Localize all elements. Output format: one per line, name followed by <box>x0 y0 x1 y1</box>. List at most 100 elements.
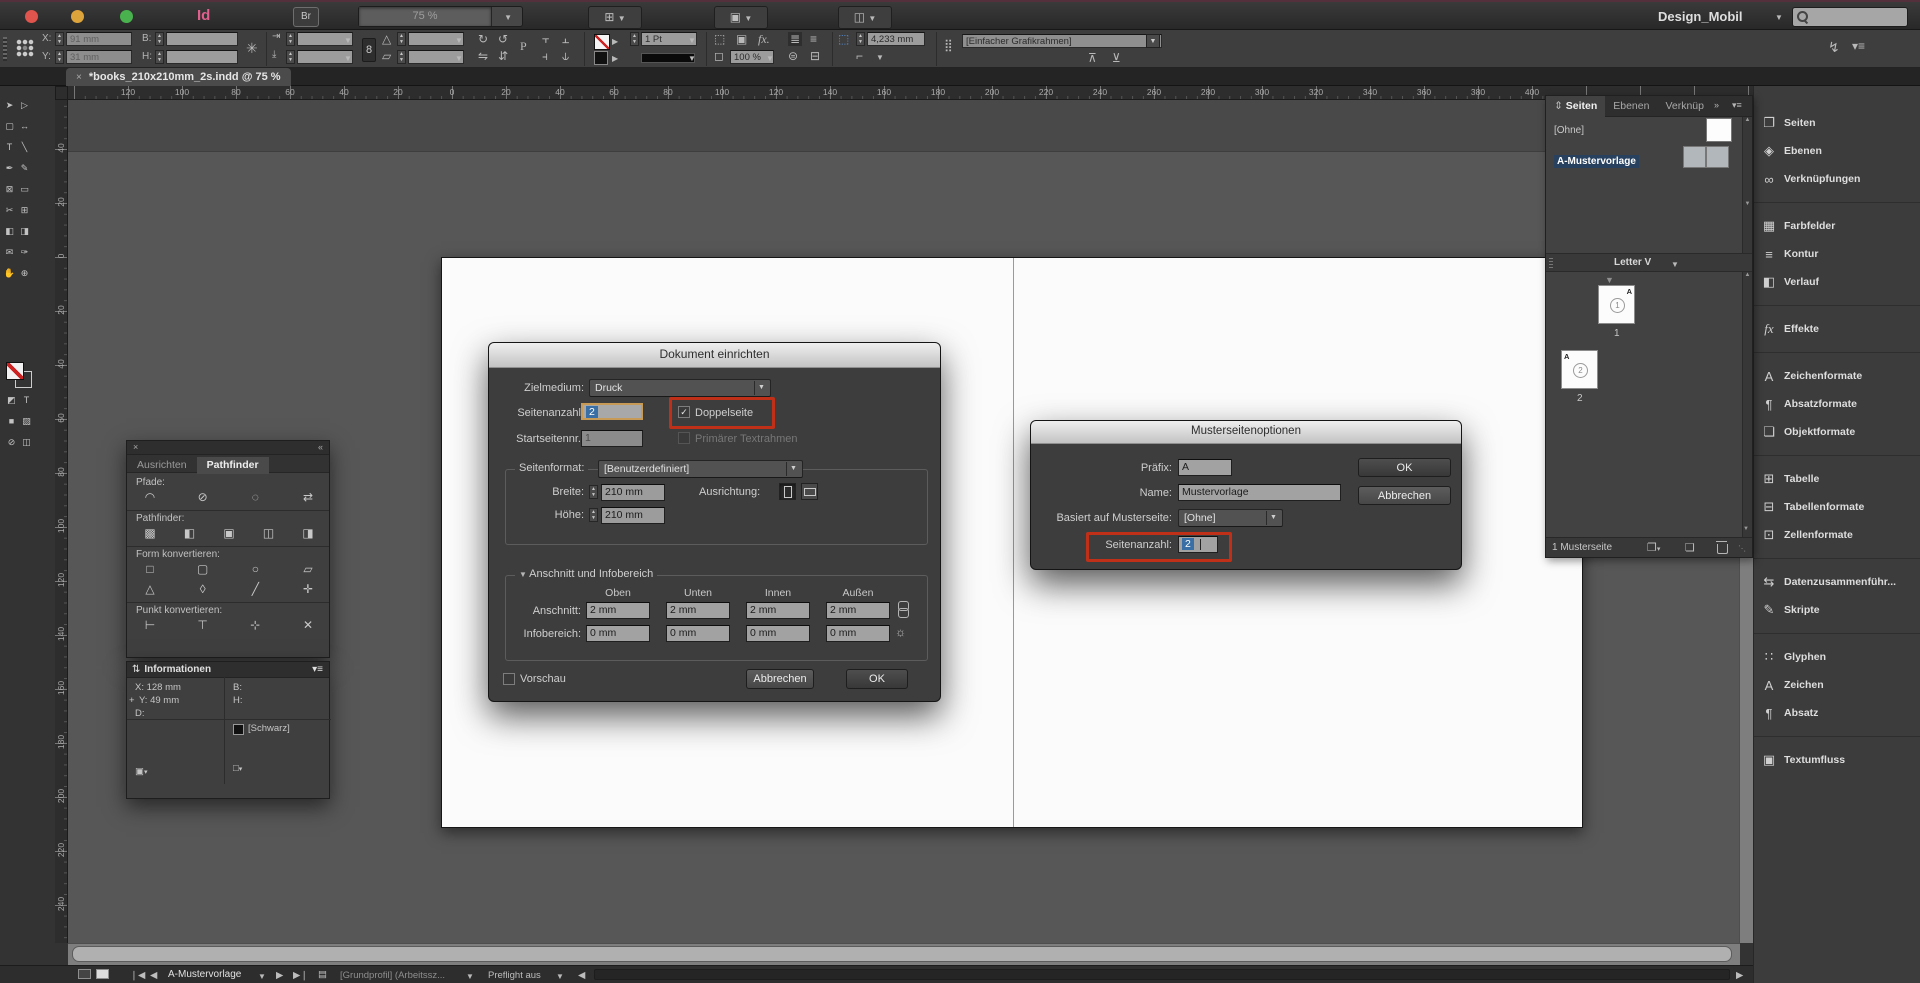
wrap-object-icon[interactable]: ⊜ <box>788 49 798 63</box>
window-zoom-button[interactable] <box>120 10 133 23</box>
height-field[interactable] <box>166 50 238 64</box>
smooth-point-icon[interactable]: ⊹ <box>244 618 266 632</box>
corner-stepper[interactable]: ▲▼ <box>856 32 865 46</box>
page-1-label[interactable]: 1 <box>1614 328 1620 339</box>
seitenanzahl-input[interactable]: 2 <box>581 403 643 420</box>
basiert-auf-dropdown[interactable]: [Ohne]▼ <box>1178 509 1283 527</box>
dock-item-ebenen[interactable]: ◈Ebenen <box>1754 137 1920 165</box>
fill-color-swatch[interactable] <box>594 51 608 65</box>
ruler-origin-box[interactable] <box>55 86 68 100</box>
link-scale-icon[interactable]: 8 <box>362 38 376 62</box>
triangle-down-icon[interactable]: ▼ <box>519 570 529 579</box>
fill-stroke-proxy[interactable] <box>6 362 32 388</box>
direct-selection-tool[interactable]: ▷ <box>17 95 32 116</box>
breite-stepper[interactable]: ▲▼ <box>589 485 598 499</box>
dock-item-verknuepfungen[interactable]: ∞Verknüpfungen <box>1754 165 1920 193</box>
close-path-icon[interactable]: ◌ <box>244 490 266 504</box>
corner-options-icon[interactable]: ⬚ <box>838 32 849 46</box>
ellipse-icon[interactable]: ○ <box>244 562 266 576</box>
dock-item-tabellenformate[interactable]: ⊟Tabellenformate <box>1754 493 1920 521</box>
gradient-tool[interactable]: ◧ <box>2 221 17 242</box>
rounded-rectangle-icon[interactable]: ▢ <box>192 562 214 576</box>
search-input[interactable] <box>1792 7 1908 27</box>
select-container-icon[interactable]: P <box>520 39 527 54</box>
master-none-item[interactable]: [Ohne] <box>1554 125 1584 136</box>
dialog-title[interactable]: Dokument einrichten <box>489 343 940 368</box>
select-next-object-icon[interactable]: ⫠ <box>562 32 569 47</box>
type-tool[interactable]: T <box>2 137 17 158</box>
hexagon-icon[interactable]: ◊ <box>192 582 214 596</box>
orientation-landscape-button[interactable] <box>801 483 818 500</box>
x-stepper[interactable]: ▲▼ <box>55 32 64 46</box>
dock-item-kontur[interactable]: ≡Kontur <box>1754 240 1920 268</box>
stroke-weight-stepper[interactable]: ▲▼ <box>630 32 639 46</box>
chevron-down-icon[interactable]: ▼ <box>455 54 463 63</box>
chevron-down-icon[interactable]: ▼ <box>466 972 474 981</box>
pen-tool[interactable]: ✒ <box>2 158 17 179</box>
fill-swatch-arrow-icon[interactable]: ▶ <box>612 54 618 63</box>
hoehe-input[interactable]: 210 mm <box>601 507 665 524</box>
page-2-label[interactable]: 2 <box>1577 393 1583 404</box>
informationen-header[interactable]: ⇅Informationen ▾≡ <box>127 662 329 678</box>
formatting-affects-container-icon[interactable]: ◩ <box>4 390 19 411</box>
scroll-down-icon[interactable]: ▼ <box>1743 526 1749 532</box>
infobereich-unten-input[interactable]: 0 mm <box>666 625 730 642</box>
apply-gradient-icon[interactable]: ▨ <box>19 411 34 432</box>
effects-preview-icon[interactable]: ▣ <box>736 32 747 46</box>
horizontal-ruler[interactable]: 1201008060402002040608010012014016018020… <box>68 86 1753 100</box>
horizontal-scrollbar-thumb[interactable] <box>72 946 1732 962</box>
add-icon[interactable]: ▩ <box>139 526 161 540</box>
quick-apply-icon[interactable]: ↯ <box>1828 39 1840 56</box>
scissors-tool[interactable]: ✂ <box>2 200 17 221</box>
insert-pages-icon[interactable]: ⊼ <box>1088 51 1097 65</box>
screen-mode-button[interactable]: ▣ ▼ <box>714 6 768 29</box>
panel-menu-icon[interactable]: ▾≡ <box>312 662 323 677</box>
apply-none-icon[interactable]: ⊘ <box>4 432 19 453</box>
anschnitt-oben-input[interactable]: 2 mm <box>586 602 650 619</box>
screen-mode-preview-icon[interactable] <box>96 969 109 979</box>
scale-y-stepper[interactable]: ▲▼ <box>286 50 295 64</box>
chevron-down-icon[interactable]: ▼ <box>556 972 564 981</box>
name-input[interactable]: Mustervorlage <box>1178 484 1341 501</box>
chevron-down-icon[interactable]: ▼ <box>258 972 266 981</box>
preflight-status-menu[interactable]: Preflight aus <box>488 970 541 981</box>
panel-collapse-icon[interactable]: ⇕ <box>1554 100 1563 112</box>
corner-radius-field[interactable]: 4,233 mm <box>867 32 925 46</box>
dock-item-textumfluss[interactable]: ▣Textumfluss <box>1754 746 1920 774</box>
page-1-thumbnail[interactable]: A 1 <box>1598 285 1635 324</box>
chevron-down-icon[interactable]: ▼ <box>344 36 352 45</box>
previous-page-icon[interactable]: ◀ <box>150 970 157 981</box>
chevron-down-icon[interactable]: ▼ <box>766 54 774 63</box>
subtract-icon[interactable]: ◧ <box>179 526 201 540</box>
polygon-icon[interactable]: ▱ <box>297 562 319 576</box>
dock-item-seiten[interactable]: ❐Seiten <box>1754 109 1920 137</box>
screen-mode-icon[interactable]: ◫ <box>19 432 34 453</box>
link-values-icon[interactable] <box>898 608 909 618</box>
intersect-icon[interactable]: ▣ <box>218 526 240 540</box>
tab-verknuepfungen[interactable]: Verknüp <box>1657 96 1712 117</box>
frame-tool[interactable]: ⊠ <box>2 179 17 200</box>
master-options-icon[interactable]: ⊻ <box>1112 51 1121 65</box>
cancel-button[interactable]: Abbrechen <box>1358 486 1451 505</box>
dialog-title[interactable]: Musterseitenoptionen <box>1031 421 1461 444</box>
select-previous-object-icon[interactable]: ⫟ <box>542 32 549 47</box>
infobereich-aussen-input[interactable]: 0 mm <box>826 625 890 642</box>
note-tool[interactable]: ✉ <box>2 242 17 263</box>
master-a-thumbnail-right[interactable] <box>1706 146 1729 168</box>
scroll-left-icon[interactable]: ◀ <box>578 970 585 981</box>
join-path-icon[interactable]: ◠ <box>139 490 161 504</box>
flip-vertical-icon[interactable]: ⇵ <box>498 49 508 63</box>
hoehe-stepper[interactable]: ▲▼ <box>589 508 598 522</box>
info-stroke-proxy-icon[interactable]: □▾ <box>233 763 242 774</box>
masters-scrollbar[interactable]: ▲▼ <box>1742 117 1752 253</box>
document-tab[interactable]: ×*books_210x210mm_2s.indd @ 75 % <box>66 68 291 86</box>
apply-color-icon[interactable]: ■ <box>4 411 19 432</box>
triangle-icon[interactable]: △ <box>139 582 161 596</box>
page-navigation-dropdown[interactable]: A-Mustervorlage <box>168 969 241 980</box>
selection-tool[interactable]: ➤ <box>2 95 17 116</box>
object-style-field[interactable]: [Einfacher Grafikrahmen] <box>962 34 1162 48</box>
dock-item-zellenformate[interactable]: ⊡Zellenformate <box>1754 521 1920 549</box>
pages-scrollbar[interactable]: ▲ <box>1742 272 1752 537</box>
screen-mode-normal-icon[interactable] <box>78 969 91 979</box>
tab-pathfinder[interactable]: Pathfinder <box>197 457 269 474</box>
